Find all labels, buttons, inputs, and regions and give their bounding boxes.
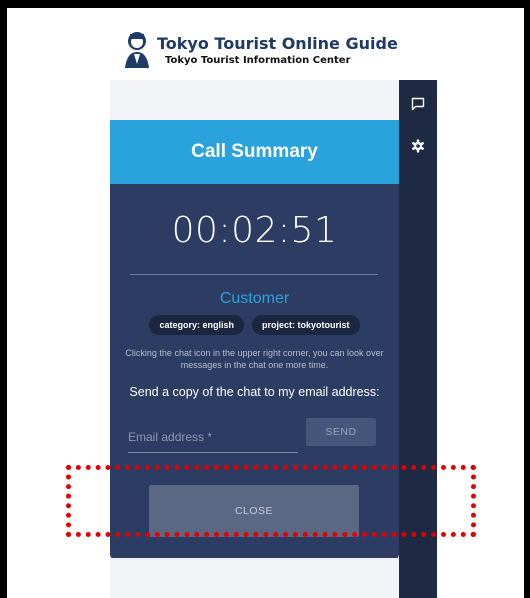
gear-icon <box>411 139 425 153</box>
side-rail <box>399 80 437 598</box>
call-summary-card: Call Summary 00:02:51 Customer category:… <box>110 120 399 560</box>
top-spacer <box>110 80 399 120</box>
logo-subtitle: Tokyo Tourist Information Center <box>165 55 351 66</box>
chat-button[interactable] <box>408 94 428 114</box>
category-tag: category: english <box>149 315 244 335</box>
page-frame: Tokyo Tourist Online Guide Tokyo Tourist… <box>7 8 524 598</box>
chat-hint-text: Clicking the chat icon in the upper righ… <box>125 348 384 370</box>
participant-role: Customer <box>219 290 290 307</box>
email-input[interactable] <box>128 422 298 452</box>
project-tag: project: tokyotourist <box>252 315 360 335</box>
settings-button[interactable] <box>408 136 428 156</box>
chat-bubble-icon <box>411 97 425 111</box>
guide-avatar-icon <box>125 32 149 68</box>
call-summary-title: Call Summary <box>110 120 399 184</box>
bottom-spacer <box>110 558 399 598</box>
logo-title: Tokyo Tourist Online Guide <box>157 34 398 53</box>
divider <box>130 274 378 275</box>
close-button[interactable]: CLOSE <box>149 485 359 537</box>
app-panel: Call Summary 00:02:51 Customer category:… <box>110 80 437 598</box>
email-field-wrapper <box>128 422 298 453</box>
tag-list: category: english project: tokyotourist <box>110 315 399 335</box>
call-duration: 00:02:51 <box>171 210 338 251</box>
logo: Tokyo Tourist Online Guide Tokyo Tourist… <box>123 30 398 80</box>
send-button[interactable]: SEND <box>306 418 376 446</box>
send-copy-label: Send a copy of the chat to my email addr… <box>129 385 380 399</box>
